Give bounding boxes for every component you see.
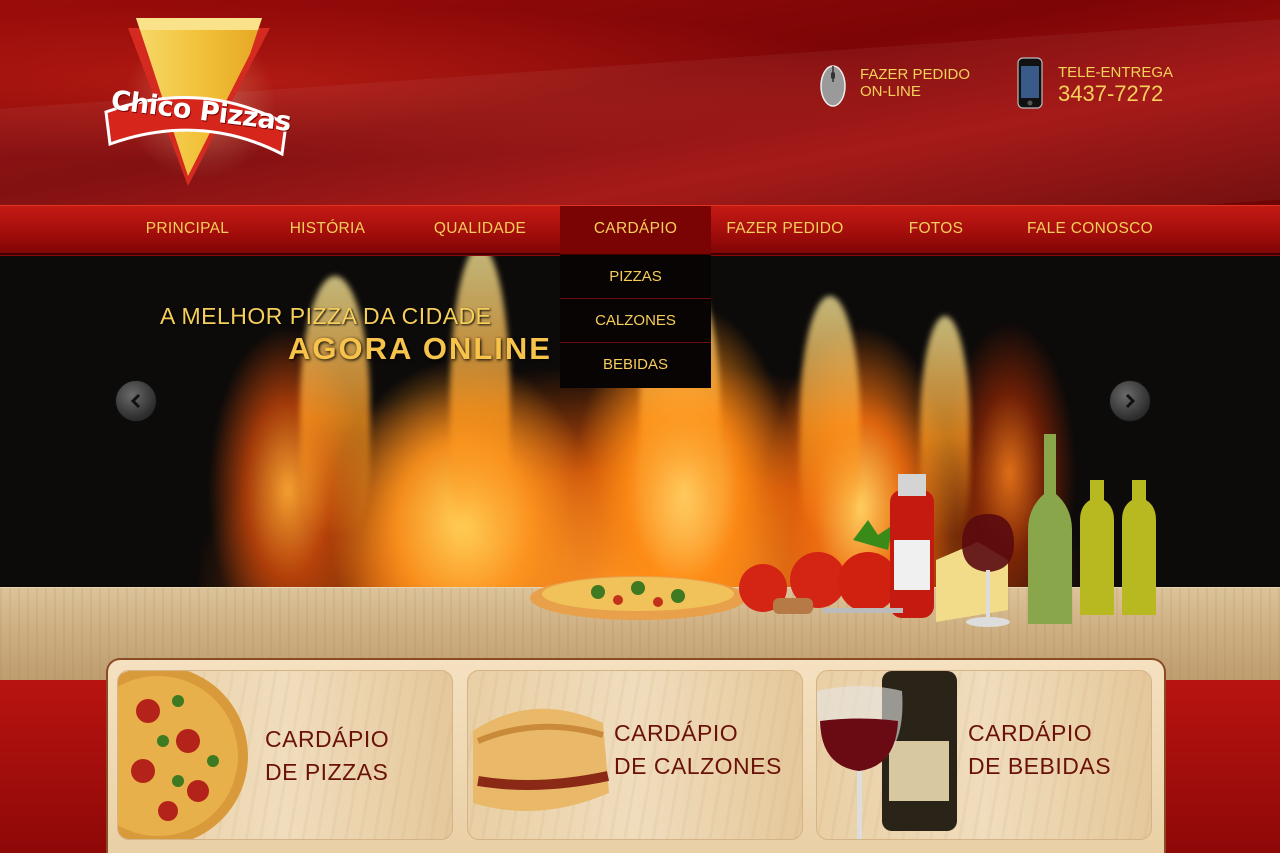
dropdown-item-bebidas[interactable]: BEBIDAS xyxy=(560,343,711,387)
pizza-card-image xyxy=(118,671,248,839)
hero-headline: A MELHOR PIZZA DA CIDADE xyxy=(160,303,492,329)
card-calzones-title: CARDÁPIO DE CALZONES xyxy=(614,717,782,783)
nav-item-principal[interactable]: PRINCIPAL xyxy=(130,206,245,254)
slider-next-button[interactable] xyxy=(1109,380,1151,422)
dropdown-item-calzones[interactable]: CALZONES xyxy=(560,299,711,343)
delivery-title: TELE-ENTREGA xyxy=(1058,64,1174,81)
dropdown-item-pizzas[interactable]: PIZZAS xyxy=(560,255,711,299)
delivery-phone: 3437-7272 xyxy=(1058,81,1164,106)
online-order-line2: ON-LINE xyxy=(860,83,921,100)
online-order-line1: FAZER PEDIDO xyxy=(860,66,971,83)
chevron-right-icon xyxy=(1125,393,1136,409)
wine-bottle-image xyxy=(1028,434,1072,624)
header: Chico Pizzas FAZER PEDIDO ON-LINE TELE-E… xyxy=(0,0,1280,205)
delivery-label: TELE-ENTREGA 3437-7272 xyxy=(1058,64,1173,107)
card-calzones-line2: DE CALZONES xyxy=(614,753,782,779)
online-order-label: FAZER PEDIDO ON-LINE xyxy=(860,66,970,100)
wine-glass-image xyxy=(962,514,1014,572)
nav-item-qualidade[interactable]: QUALIDADE xyxy=(420,206,540,254)
nav-item-fotos[interactable]: FOTOS xyxy=(895,206,977,254)
card-pizzas-line1: CARDÁPIO xyxy=(265,726,390,752)
nav-item-cardapio[interactable]: CARDÁPIO xyxy=(560,206,711,254)
drinks-card-image xyxy=(817,671,957,839)
nav-item-historia[interactable]: HISTÓRIA xyxy=(275,206,380,254)
hero-subheadline: AGORA ONLINE xyxy=(288,331,552,366)
slider-prev-button[interactable] xyxy=(115,380,157,422)
nav-item-fale-conosco[interactable]: FALE CONOSCO xyxy=(1015,206,1165,254)
cardapio-dropdown: PIZZAS CALZONES BEBIDAS xyxy=(560,255,711,388)
card-bebidas-title: CARDÁPIO DE BEBIDAS xyxy=(968,717,1111,783)
food-illustration xyxy=(530,434,1156,627)
flame xyxy=(450,256,510,546)
oil-bottle-image xyxy=(1080,480,1114,615)
main-nav: PRINCIPAL HISTÓRIA QUALIDADE CARDÁPIO FA… xyxy=(0,205,1280,255)
calzone-card-image xyxy=(473,708,610,811)
card-pizzas-line2: DE PIZZAS xyxy=(265,759,389,785)
card-bebidas-line2: DE BEBIDAS xyxy=(968,753,1112,779)
brand-logo[interactable]: Chico Pizzas xyxy=(100,8,295,193)
phone-icon xyxy=(1017,57,1043,109)
nav-item-fazer-pedido[interactable]: FAZER PEDIDO xyxy=(720,206,850,254)
card-bebidas-line1: CARDÁPIO xyxy=(968,720,1093,746)
card-pizzas-title: CARDÁPIO DE PIZZAS xyxy=(265,723,389,789)
chevron-left-icon xyxy=(130,393,141,409)
card-calzones-line1: CARDÁPIO xyxy=(614,720,739,746)
mouse-icon xyxy=(820,65,846,107)
